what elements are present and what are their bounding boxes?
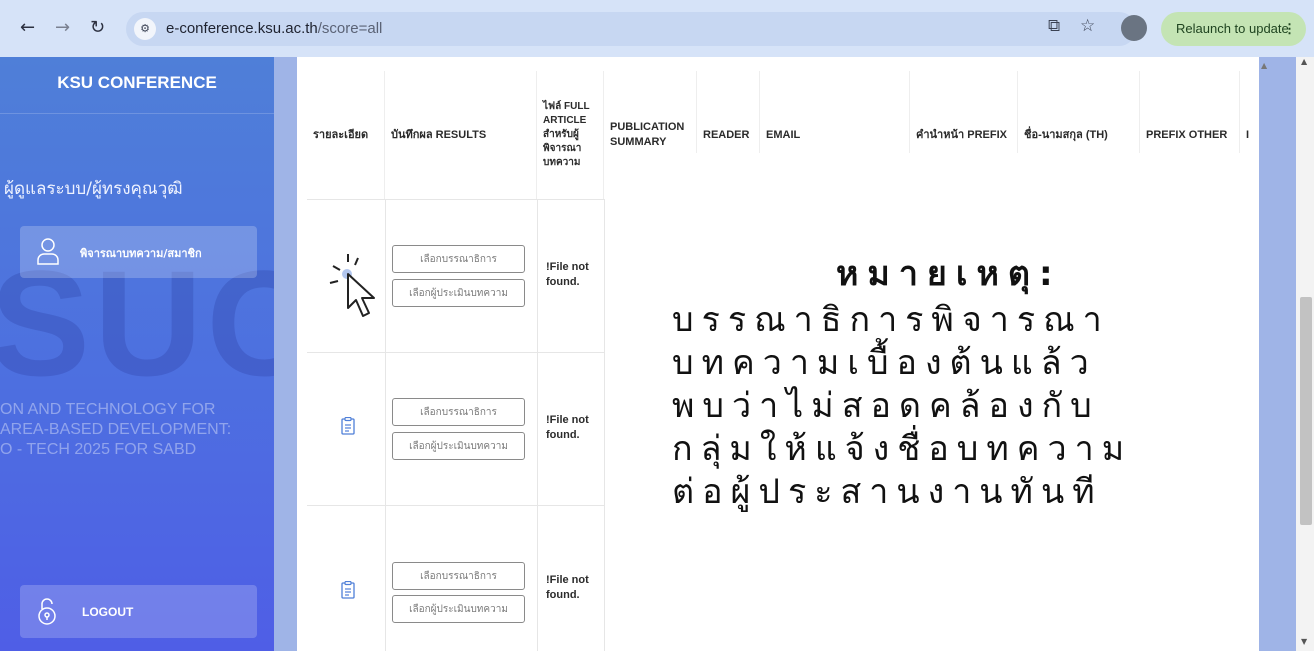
logout-label: LOGOUT [82,605,134,619]
note-body: บรรณาธิการพิจารณา บทความเบื้องต้นแล้ว พบ… [672,300,1133,512]
col-header-full-article: ไฟล์ FULL ARTICLE สำหรับผู้พิจารณาบทความ [537,71,604,199]
brand-title[interactable]: KSU CONFERENCE [0,73,274,93]
sidebar: SUC KSU CONFERENCE ผู้ดูแลระบบ/ผู้ทรงคุณ… [0,57,274,651]
address-bar[interactable]: ⚙ e-conference.ksu.ac.th/score=all [126,12,1136,46]
bookmark-star-icon[interactable]: ☆ [1080,16,1095,36]
page-scrollbar[interactable]: ▲ ▼ [1296,57,1314,651]
scrollbar-thumb[interactable] [1300,297,1312,525]
clipboard-icon[interactable] [341,417,355,435]
back-icon[interactable]: ← [20,17,35,38]
sidebar-item-review-articles[interactable]: พิจารณาบทความ/สมาชิก [20,226,257,278]
panel-scroll-up-icon[interactable]: ▲ [1261,61,1267,70]
sidebar-section-label: ผู้ดูแลระบบ/ผู้ทรงคุณวุฒิ [4,179,183,199]
browser-toolbar: ← → ↻ ⚙ e-conference.ksu.ac.th/score=all… [0,0,1314,57]
col-header-results: บันทึกผล RESULTS [385,71,537,199]
profile-avatar[interactable] [1121,15,1147,41]
file-status: !File not found. [546,414,589,441]
select-reviewer[interactable]: เลือกผู้ประเมินบทความ [392,432,525,460]
clipboard-icon[interactable] [341,581,355,599]
scroll-down-icon[interactable]: ▼ [1301,637,1307,646]
scroll-up-icon[interactable]: ▲ [1301,57,1307,66]
watermark-text: ON AND TECHNOLOGY FOR AREA-BASED DEVELOP… [0,401,232,458]
forward-icon[interactable]: → [55,17,70,38]
divider [0,113,274,114]
select-editor[interactable]: เลือกบรรณาธิการ [392,562,525,590]
sidebar-item-label: พิจารณาบทความ/สมาชิก [80,247,202,260]
menu-dots-icon[interactable]: ⋮ [1283,12,1296,46]
unlock-icon [38,598,56,625]
select-reviewer[interactable]: เลือกผู้ประเมินบทความ [392,595,525,623]
select-editor[interactable]: เลือกบรรณาธิการ [392,398,525,426]
select-editor[interactable]: เลือกบรรณาธิการ [392,245,525,273]
url-text[interactable]: e-conference.ksu.ac.th/score=all [166,20,382,37]
click-cursor-icon [329,254,375,317]
user-icon [37,238,59,265]
logout-button[interactable]: LOGOUT [20,585,257,638]
reload-icon[interactable]: ↻ [90,17,105,38]
relaunch-button[interactable]: Relaunch to update ⋮ [1161,12,1306,46]
translate-icon[interactable]: ⧉ [1048,16,1060,36]
note-title: หมายเหตุ: [836,254,1062,294]
site-settings-icon[interactable]: ⚙ [134,18,156,40]
file-status: !File not found. [546,574,589,601]
col-header-detail: รายละเอียด [307,71,385,199]
select-reviewer[interactable]: เลือกผู้ประเมินบทความ [392,279,525,307]
file-status: !File not found. [546,261,589,288]
divider [537,199,538,651]
